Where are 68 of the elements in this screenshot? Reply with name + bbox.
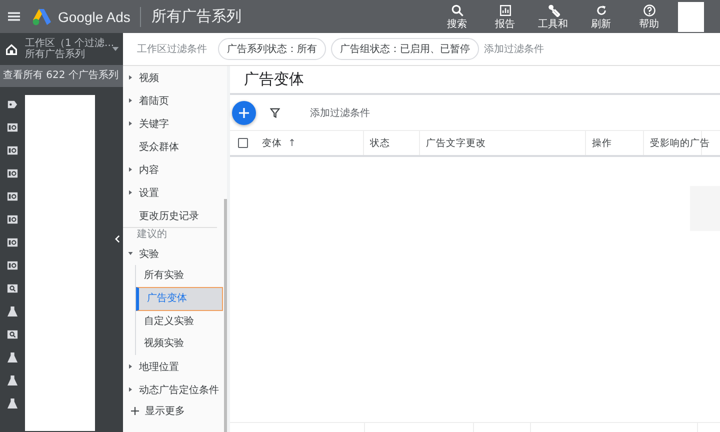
- nav-item[interactable]: 设置: [123, 181, 227, 204]
- column-header[interactable]: 受影响的广告: [650, 136, 710, 150]
- filter-chip[interactable]: 广告组状态：已启用、已暂停: [331, 38, 479, 60]
- flask-icon[interactable]: [7, 306, 18, 317]
- workspace-subtitle: 所有广告系列: [25, 49, 86, 60]
- filter-label: 工作区过滤条件: [137, 42, 207, 56]
- logo-icon: [32, 8, 52, 26]
- column-header[interactable]: 状态: [370, 136, 390, 150]
- ad-icon[interactable]: [7, 122, 18, 133]
- view-all-campaigns[interactable]: 查看所有 622 个广告系列: [0, 65, 123, 87]
- sort-indicator[interactable]: ↑: [288, 138, 296, 148]
- ad-icon[interactable]: [7, 214, 18, 225]
- nav-item[interactable]: 视频: [123, 66, 227, 89]
- ad-icon[interactable]: [7, 260, 18, 271]
- help-button[interactable]: 帮助: [632, 4, 666, 30]
- flask-icon[interactable]: [7, 352, 18, 363]
- tag-icon[interactable]: [7, 99, 18, 110]
- tools-button[interactable]: 工具和: [536, 4, 570, 30]
- ad-icon[interactable]: [7, 145, 18, 156]
- nav-item[interactable]: 动态广告定位条件: [123, 378, 227, 401]
- report-button[interactable]: 报告: [488, 4, 522, 30]
- report-icon: [498, 4, 512, 16]
- add-filter-link[interactable]: 添加过滤条件: [484, 42, 544, 56]
- nav-subitem[interactable]: 视频实验: [136, 333, 227, 355]
- scrollbar[interactable]: [224, 199, 227, 432]
- nav-item[interactable]: 着陆页: [123, 89, 227, 112]
- search-icon[interactable]: [7, 283, 18, 294]
- add-button[interactable]: [232, 100, 256, 124]
- nav-item[interactable]: 受众群体: [123, 135, 227, 158]
- nav-item[interactable]: 关键字: [123, 112, 227, 135]
- ad-icon[interactable]: [7, 168, 18, 179]
- menu-icon[interactable]: [8, 12, 20, 21]
- add-filter-link[interactable]: 添加过滤条件: [310, 106, 370, 120]
- refresh-icon: [594, 4, 608, 16]
- filter-chip[interactable]: 广告系列状态：所有: [218, 38, 326, 60]
- search-button[interactable]: 搜索: [440, 4, 474, 30]
- column-header[interactable]: 变体: [262, 136, 282, 150]
- collapse-arrow-icon: [128, 252, 133, 255]
- column-header[interactable]: 操作: [592, 136, 612, 150]
- workspace-title: 工作区（1 个过滤...: [25, 38, 112, 49]
- tools-icon: [546, 4, 560, 16]
- nav-subitem[interactable]: 所有实验: [136, 265, 227, 287]
- plus-icon: [239, 108, 249, 118]
- nav-item[interactable]: 地理位置: [123, 355, 227, 378]
- select-all-checkbox[interactable]: [238, 138, 248, 148]
- dropdown-icon: [112, 47, 119, 51]
- show-more-button[interactable]: 显示更多: [123, 401, 227, 421]
- home-icon: [6, 44, 17, 54]
- nav-item[interactable]: 实验: [123, 242, 227, 265]
- workspace-selector[interactable]: 工作区（1 个过滤... 所有广告系列: [0, 33, 123, 65]
- chevron-left-icon: [114, 234, 120, 242]
- column-header[interactable]: 广告文字更改: [426, 136, 486, 150]
- nav-subitem[interactable]: 自定义实验: [136, 311, 227, 333]
- page-title: 所有广告系列: [151, 7, 242, 26]
- product-name: Google Ads: [58, 8, 130, 24]
- nav-item[interactable]: 更改历史记录: [123, 204, 227, 227]
- ad-icon[interactable]: [7, 237, 18, 248]
- refresh-button[interactable]: 刷新: [584, 4, 618, 30]
- search-icon[interactable]: [7, 329, 18, 340]
- page-heading: 广告变体: [230, 66, 720, 95]
- ad-icon[interactable]: [7, 191, 18, 202]
- flask-icon[interactable]: [7, 398, 18, 409]
- filter-icon[interactable]: [270, 108, 280, 118]
- search-icon: [450, 4, 464, 16]
- help-icon: [642, 4, 656, 16]
- plus-icon: [131, 407, 139, 415]
- nav-item[interactable]: 内容: [123, 158, 227, 181]
- flask-icon[interactable]: [7, 375, 18, 386]
